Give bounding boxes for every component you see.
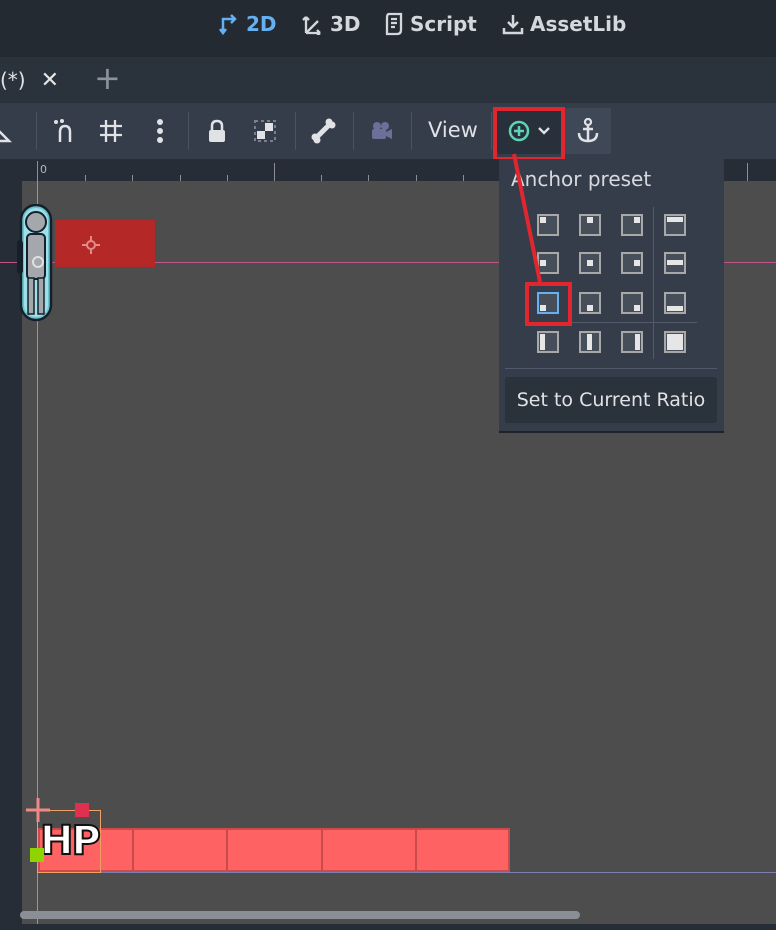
hp-progress-bar[interactable] — [38, 828, 510, 872]
scene-tab[interactable]: (*) ✕ — [0, 57, 59, 103]
download-icon — [502, 15, 524, 35]
view-menu-button[interactable]: View — [428, 118, 478, 142]
mode-script-button[interactable]: Script — [384, 10, 477, 38]
grid-snap-icon[interactable] — [96, 116, 126, 146]
anchor-icon — [577, 118, 599, 143]
smart-snap-icon[interactable] — [50, 116, 80, 146]
popup-vertical-divider — [653, 207, 654, 359]
anchor-bottom-right-button[interactable] — [621, 292, 643, 314]
canvas-toolbar: View — [0, 103, 776, 161]
editor-main-bar: 2D 3D Script AssetLib — [0, 0, 776, 57]
anchor-left-wide-button[interactable] — [537, 331, 559, 353]
enemy-hitbox-rect[interactable] — [55, 220, 155, 267]
mode-2d-label: 2D — [246, 12, 277, 36]
anchor-center-right-button[interactable] — [621, 252, 643, 274]
hp-label: HP — [39, 817, 102, 865]
anchor-handle-selected[interactable] — [30, 848, 44, 862]
toolbar-separator — [353, 112, 354, 150]
anchor-top-right-button[interactable] — [621, 214, 643, 236]
2d-transform-icon — [219, 14, 237, 35]
add-tab-icon[interactable]: + — [94, 59, 121, 97]
camera-icon[interactable] — [366, 116, 396, 146]
lock-icon[interactable] — [202, 116, 232, 146]
anchor-handle[interactable] — [75, 803, 89, 817]
horizontal-scrollbar[interactable] — [20, 911, 580, 919]
bone-icon[interactable] — [308, 116, 338, 146]
scene-tab-label: (*) — [0, 68, 26, 92]
toolbar-separator — [295, 112, 296, 150]
mode-2d-button[interactable]: 2D — [218, 10, 277, 38]
anchor-center-button[interactable] — [579, 252, 601, 274]
anchor-mode-toggle[interactable] — [565, 108, 611, 154]
3d-transform-icon — [302, 16, 321, 35]
mode-assetlib-label: AssetLib — [530, 12, 627, 36]
anchor-v-center-wide-button[interactable] — [579, 331, 601, 353]
anchor-full-rect-button[interactable] — [664, 331, 686, 353]
x-guide-line — [38, 872, 776, 873]
close-tab-icon[interactable]: ✕ — [41, 68, 59, 93]
toolbar-separator — [411, 112, 412, 150]
bottom-edge — [0, 924, 776, 930]
hp-segment-divider — [415, 830, 417, 870]
anchor-top-wide-button[interactable] — [664, 214, 686, 236]
pivot-cross-icon[interactable] — [25, 797, 51, 823]
hp-segment-divider — [226, 830, 228, 870]
popup-section-divider — [505, 368, 717, 369]
player-sprite[interactable] — [13, 204, 59, 322]
scene-tab-bar: (*) ✕ + — [0, 57, 776, 103]
mode-assetlib-button[interactable]: AssetLib — [502, 10, 626, 38]
set-to-current-ratio-button[interactable]: Set to Current Ratio — [505, 377, 717, 423]
ruler-tool-icon[interactable] — [0, 116, 20, 146]
toolbar-separator — [491, 112, 492, 150]
toolbar-separator — [188, 112, 189, 150]
mode-script-label: Script — [410, 12, 477, 36]
toolbar-separator — [36, 112, 37, 150]
anchor-center-top-button[interactable] — [579, 214, 601, 236]
more-options-icon[interactable] — [145, 116, 175, 146]
hp-segment-divider — [321, 830, 323, 870]
hp-segment-divider — [132, 830, 134, 870]
mode-3d-button[interactable]: 3D — [302, 10, 361, 38]
mode-3d-label: 3D — [330, 12, 361, 36]
group-icon[interactable] — [250, 116, 280, 146]
anchor-center-bottom-button[interactable] — [579, 292, 601, 314]
anchor-h-center-wide-button[interactable] — [664, 252, 686, 274]
anchor-bottom-wide-button[interactable] — [664, 292, 686, 314]
anchor-right-wide-button[interactable] — [621, 331, 643, 353]
highlight-connector-line — [512, 153, 542, 283]
crosshair-icon — [82, 236, 100, 254]
script-icon — [385, 12, 403, 36]
